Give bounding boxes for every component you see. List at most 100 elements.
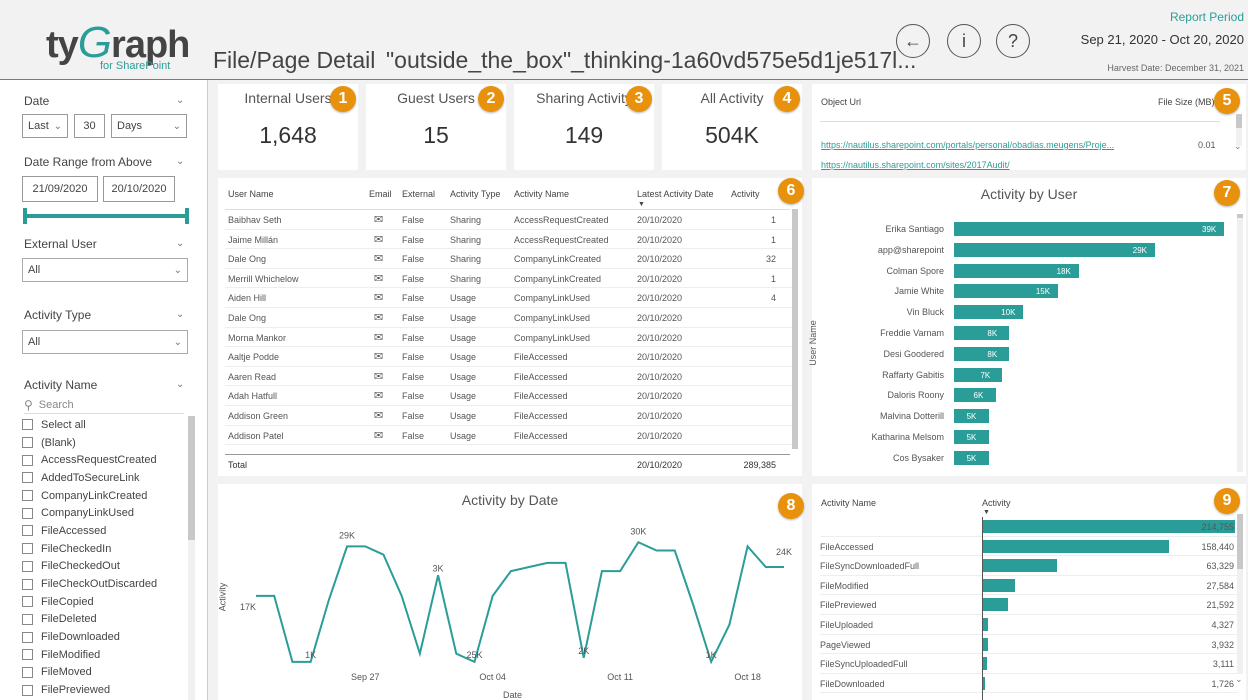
info-button[interactable]: i [947,24,981,58]
activity-type-select[interactable]: All ⌄ [22,330,188,354]
slider-handle-start[interactable] [23,208,27,224]
table-row[interactable]: Aiden Hill False Usage CompanyLinkUsed 20/10… [225,288,793,308]
table-row[interactable]: Addison Patel False Usage FileAccessed 20/10… [225,426,793,446]
range-start-input[interactable]: 21/09/2020 [22,176,98,202]
bar[interactable] [954,242,1155,257]
activity-name-option[interactable]: FileCopied [22,593,186,611]
activity-name-option[interactable]: FilePreviewed [22,681,186,699]
activity-name-option[interactable]: FileCheckOutDiscarded [22,575,186,593]
object-url-link[interactable]: https://nautilus.sharepoint.com/portals/… [821,140,1114,150]
email-icon[interactable]: ✉ [374,409,383,422]
scrollbar[interactable] [188,416,195,700]
activity-name-option[interactable]: Select all [22,416,186,434]
chevron-down-icon[interactable]: ⌄ [176,238,184,249]
checkbox[interactable] [22,649,33,661]
checkbox[interactable] [22,454,33,466]
col-activity-type[interactable]: Activity Type [450,189,500,199]
checkbox[interactable] [22,596,33,608]
date-relative-select[interactable]: Last ⌄ [22,114,68,138]
email-icon[interactable]: ✉ [374,429,383,442]
checkbox[interactable] [22,490,33,502]
checkbox[interactable] [22,613,33,625]
chevron-down-icon[interactable]: ⌄ [176,309,184,320]
table-row[interactable]: Morna Mankor False Usage CompanyLinkUsed 20/… [225,328,793,348]
col-activity[interactable]: Activity [982,498,1011,508]
email-icon[interactable]: ✉ [374,213,383,226]
checkbox[interactable] [22,472,33,484]
bar[interactable] [954,222,1224,236]
table-row[interactable]: 214,755 [820,517,1238,537]
email-icon[interactable]: ✉ [374,252,383,265]
bar[interactable] [954,367,1003,382]
table-row[interactable]: Baibhav Seth False Sharing AccessRequestCre… [225,210,793,230]
activity-name-option[interactable]: AddedToSecureLink [22,469,186,487]
scrollbar[interactable] [1237,514,1243,674]
table-row[interactable]: Merrill Whichelow False Sharing CompanyLink… [225,269,793,289]
chevron-down-icon[interactable]: ⌄ [176,95,184,106]
table-row[interactable]: Adah Hatfull False Usage FileAccessed 20/10/… [225,386,793,406]
email-icon[interactable]: ✉ [374,233,383,246]
object-url-link[interactable]: https://nautilus.sharepoint.com/sites/20… [821,160,1010,170]
date-unit-select[interactable]: Days ⌄ [111,114,187,138]
activity-name-option[interactable]: FileDeleted [22,611,186,629]
col-activity-name[interactable]: Activity Name [821,498,876,508]
email-icon[interactable]: ✉ [374,331,383,344]
bar[interactable] [954,346,1010,361]
chevron-down-icon[interactable]: ⌄ [176,156,184,167]
activity-name-option[interactable]: AccessRequestCreated [22,451,186,469]
email-icon[interactable]: ✉ [374,389,383,402]
activity-name-option[interactable]: (Blank) [22,434,186,452]
checkbox[interactable] [22,578,33,590]
table-row[interactable]: Dale Ong False Sharing CompanyLinkCreated 20… [225,249,793,269]
slider-handle-end[interactable] [185,208,189,224]
bar[interactable] [954,326,1010,340]
col-activity[interactable]: Activity [731,189,760,199]
checkbox[interactable] [22,684,33,696]
object-url-row[interactable]: https://nautilus.sharepoint.com/portals/… [821,140,1151,150]
table-row[interactable]: FileDownloaded 1,726 [820,674,1238,694]
table-row[interactable]: Aaren Read False Usage FileAccessed 20/10/20… [225,367,793,387]
table-row[interactable]: FileUploaded 4,327 [820,615,1238,635]
checkbox[interactable] [22,631,33,643]
chevron-down-icon[interactable]: ⌄ [1235,674,1243,685]
table-row[interactable]: Dale Ong False Usage CompanyLinkUsed 20/10/2… [225,308,793,328]
object-url-row[interactable]: https://nautilus.sharepoint.com/sites/20… [821,160,1151,170]
checkbox[interactable] [22,437,33,449]
table-row[interactable]: FileSyncUploadedFull 3,111 [820,654,1238,674]
activity-name-option[interactable]: CompanyLinkUsed [22,504,186,522]
back-button[interactable]: ← [896,24,930,58]
activity-name-option[interactable]: CompanyLinkCreated [22,487,186,505]
activity-name-option[interactable]: FileMoved [22,664,186,682]
chevron-down-icon[interactable]: ⌄ [176,379,184,390]
email-icon[interactable]: ✉ [374,370,383,383]
col-user-name[interactable]: User Name [228,189,274,199]
col-activity-name[interactable]: Activity Name [514,189,569,199]
chevron-down-icon[interactable]: ⌄ [1234,141,1242,152]
email-icon[interactable]: ✉ [374,272,383,285]
table-row[interactable]: Aaltje Podde False Usage FileAccessed 20/10/… [225,347,793,367]
checkbox[interactable] [22,507,33,519]
table-row[interactable]: Jaime Millán False Sharing AccessRequestCre… [225,230,793,250]
checkbox[interactable] [22,543,33,555]
activity-name-option[interactable]: FileAccessed [22,522,186,540]
checkbox[interactable] [22,525,33,537]
table-row[interactable]: Addison Green False Usage FileAccessed 20/10… [225,406,793,426]
checkbox[interactable] [22,560,33,572]
activity-name-option[interactable]: FileDownloaded [22,628,186,646]
table-row[interactable]: FilePreviewed 21,592 [820,595,1238,615]
activity-name-option[interactable]: FileModified [22,646,186,664]
email-icon[interactable]: ✉ [374,291,383,304]
date-range-slider[interactable] [25,214,188,218]
activity-line[interactable] [256,540,784,665]
table-row[interactable]: PageViewed 3,932 [820,635,1238,655]
scrollbar[interactable] [1237,214,1243,472]
external-user-select[interactable]: All ⌄ [22,258,188,282]
activity-name-option[interactable]: FileCheckedOut [22,558,186,576]
table-row[interactable]: FileSyncDownloadedFull 63,329 [820,556,1238,576]
checkbox[interactable] [22,419,33,431]
activity-name-search[interactable]: ⚲ Search [24,396,184,414]
col-external[interactable]: External [402,189,435,199]
table-row[interactable]: FileAccessed 158,440 [820,537,1238,557]
table-row[interactable]: FileModified 27,584 [820,576,1238,596]
col-email[interactable]: Email [369,189,392,199]
